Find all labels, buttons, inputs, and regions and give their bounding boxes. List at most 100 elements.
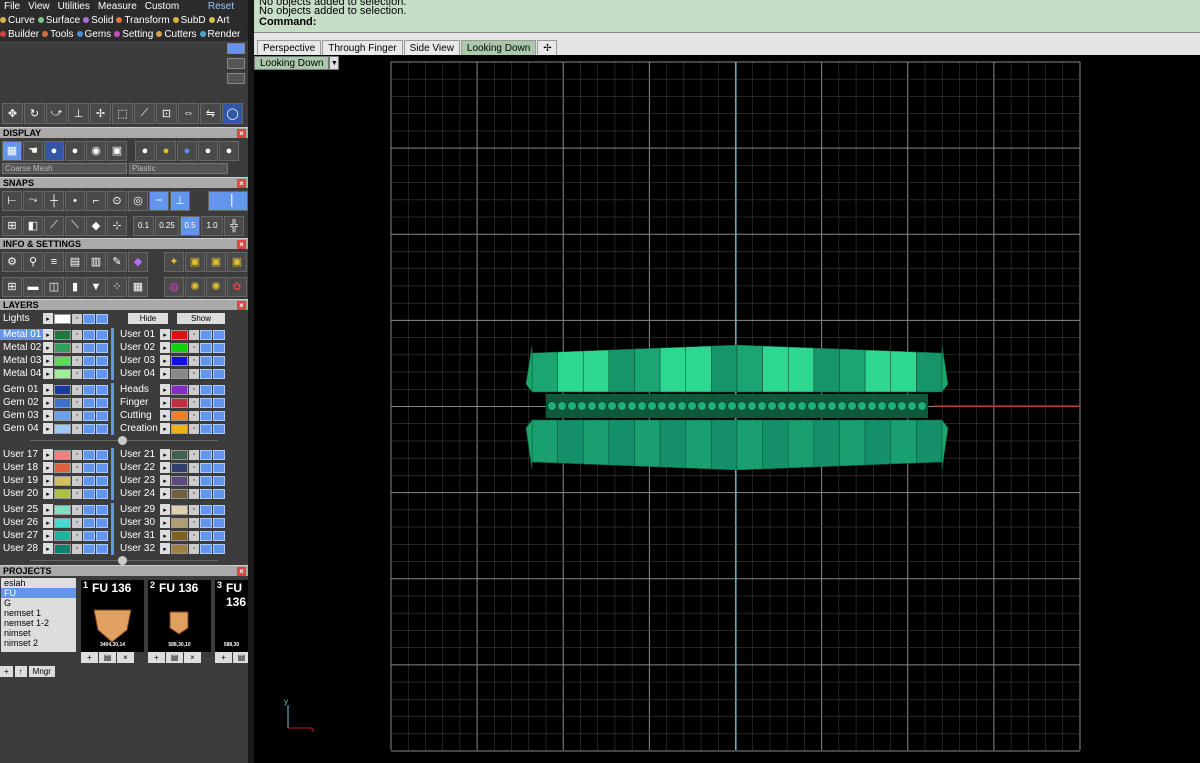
tab-through-finger[interactable]: Through Finger: [322, 40, 403, 55]
settings-gear-icon[interactable]: ⚙: [2, 251, 22, 272]
tab-render[interactable]: Render: [199, 29, 240, 40]
snap-diamond-icon[interactable]: ◆: [86, 215, 106, 236]
flip-icon[interactable]: ⇋: [200, 102, 221, 124]
render-2-icon[interactable]: ▣: [185, 251, 205, 272]
layer-arrow-icon[interactable]: ▸: [43, 423, 53, 434]
layer-name[interactable]: Gem 04: [0, 423, 43, 434]
panel-icon[interactable]: ▬: [23, 276, 43, 297]
lock-icon[interactable]: ▫: [189, 329, 199, 340]
table-icon[interactable]: ▦: [128, 276, 148, 297]
visibility-icon[interactable]: [200, 543, 212, 554]
visibility-icon[interactable]: [96, 410, 108, 421]
filter-icon[interactable]: ▼: [86, 276, 106, 297]
material-dropdown[interactable]: Plastic: [129, 163, 228, 174]
bend-icon[interactable]: ⤻: [46, 102, 67, 124]
visibility-icon[interactable]: [83, 543, 95, 554]
snap-center-icon[interactable]: ⊙: [107, 190, 127, 211]
project-list-item[interactable]: G: [1, 598, 76, 608]
close-icon[interactable]: ×: [237, 239, 246, 249]
visibility-icon[interactable]: [213, 355, 225, 366]
layer-arrow-icon[interactable]: ▸: [160, 517, 170, 528]
layer-name[interactable]: User 30: [117, 517, 160, 528]
visibility-icon[interactable]: [83, 384, 95, 395]
layer-color-swatch[interactable]: [171, 342, 188, 353]
layer-arrow-icon[interactable]: ▸: [160, 397, 170, 408]
layer-arrow-icon[interactable]: ▸: [43, 329, 53, 340]
snap-frame-icon[interactable]: ⊞: [2, 215, 22, 236]
grid-icon[interactable]: ▣: [107, 140, 127, 161]
render-3-icon[interactable]: ▣: [206, 251, 226, 272]
visibility-icon[interactable]: [96, 355, 108, 366]
tab-cutters[interactable]: Cutters: [156, 29, 197, 40]
hide-button[interactable]: Hide: [128, 313, 168, 324]
lock-icon[interactable]: ▫: [72, 384, 82, 395]
close-icon[interactable]: ×: [237, 178, 246, 188]
visibility-icon[interactable]: [213, 384, 225, 395]
layer-color-swatch[interactable]: [171, 488, 188, 499]
hand-icon[interactable]: ☚: [23, 140, 43, 161]
save-icon[interactable]: ▤: [233, 652, 248, 663]
visibility-icon[interactable]: [83, 462, 95, 473]
snap-curve-icon[interactable]: ⤳: [23, 190, 43, 211]
lock-icon[interactable]: ▫: [189, 449, 199, 460]
scale-icon[interactable]: ⬚: [112, 102, 133, 124]
layer-name[interactable]: Gem 02: [0, 397, 43, 408]
box3d-icon[interactable]: ◫: [44, 276, 64, 297]
visibility-icon[interactable]: [96, 449, 108, 460]
snap-circle-icon[interactable]: ◎: [128, 190, 148, 211]
close-icon[interactable]: ×: [237, 128, 246, 138]
layer-color-swatch[interactable]: [54, 475, 71, 486]
layer-name[interactable]: User 02: [117, 342, 160, 353]
layer-arrow-icon[interactable]: ▸: [160, 462, 170, 473]
collapse-icon[interactable]: [118, 556, 127, 565]
layer-name[interactable]: User 22: [117, 462, 160, 473]
cylinder-icon[interactable]: ▮: [65, 276, 85, 297]
lock-icon[interactable]: ▫: [72, 517, 82, 528]
translate-icon[interactable]: ✢: [90, 102, 111, 124]
snap-perp-icon[interactable]: ⊥: [170, 190, 190, 211]
layer-arrow-icon[interactable]: ▸: [160, 329, 170, 340]
layer-arrow-icon[interactable]: ▸: [43, 517, 53, 528]
layer-color-swatch[interactable]: [171, 543, 188, 554]
snap-diag2-icon[interactable]: ⟍: [65, 215, 85, 236]
snap-point-icon[interactable]: •: [65, 190, 85, 211]
visibility-icon[interactable]: [213, 488, 225, 499]
layer-arrow-icon[interactable]: ▸: [43, 397, 53, 408]
mesh-display-icon[interactable]: ▦: [2, 140, 22, 161]
add-icon[interactable]: +: [81, 652, 98, 663]
layer-color-swatch[interactable]: [171, 449, 188, 460]
layer-color-swatch[interactable]: [54, 423, 71, 434]
visibility-icon[interactable]: [200, 475, 212, 486]
visibility-icon[interactable]: [96, 397, 108, 408]
visibility-icon[interactable]: [200, 355, 212, 366]
menu-measure[interactable]: Measure: [98, 1, 137, 12]
layer-color-swatch[interactable]: [54, 462, 71, 473]
layer-color-swatch[interactable]: [171, 517, 188, 528]
layer-name[interactable]: User 21: [117, 449, 160, 460]
layer-color-swatch[interactable]: [54, 368, 71, 379]
layer-name[interactable]: User 03: [117, 355, 160, 366]
project-list-item[interactable]: nimset 2: [1, 638, 76, 648]
visibility-icon[interactable]: [83, 355, 95, 366]
lock-icon[interactable]: ▫: [72, 342, 82, 353]
layer-color-swatch[interactable]: [54, 504, 71, 515]
snap-value-4[interactable]: 1.0: [201, 215, 223, 236]
visibility-icon[interactable]: [200, 329, 212, 340]
layer-name[interactable]: User 01: [117, 329, 160, 340]
snap-toggle-icon[interactable]: ▕: [208, 190, 248, 211]
visibility-icon[interactable]: [200, 368, 212, 379]
visibility-icon[interactable]: [83, 368, 95, 379]
layer-color-swatch[interactable]: [171, 368, 188, 379]
snap-value-1[interactable]: 0.1: [133, 215, 154, 236]
layer-name[interactable]: User 04: [117, 368, 160, 379]
snap-value-3[interactable]: 0.5: [180, 215, 200, 236]
layer-arrow-icon[interactable]: ▸: [43, 355, 53, 366]
command-prompt[interactable]: Command:: [259, 17, 1200, 28]
lock-icon[interactable]: ▫: [189, 530, 199, 541]
palette-toggle-2[interactable]: [227, 58, 245, 69]
layer-color-swatch[interactable]: [54, 410, 71, 421]
lock-icon[interactable]: ▫: [72, 462, 82, 473]
lights-swatch[interactable]: [54, 313, 71, 324]
visibility-icon[interactable]: [83, 530, 95, 541]
layer-color-swatch[interactable]: [171, 397, 188, 408]
